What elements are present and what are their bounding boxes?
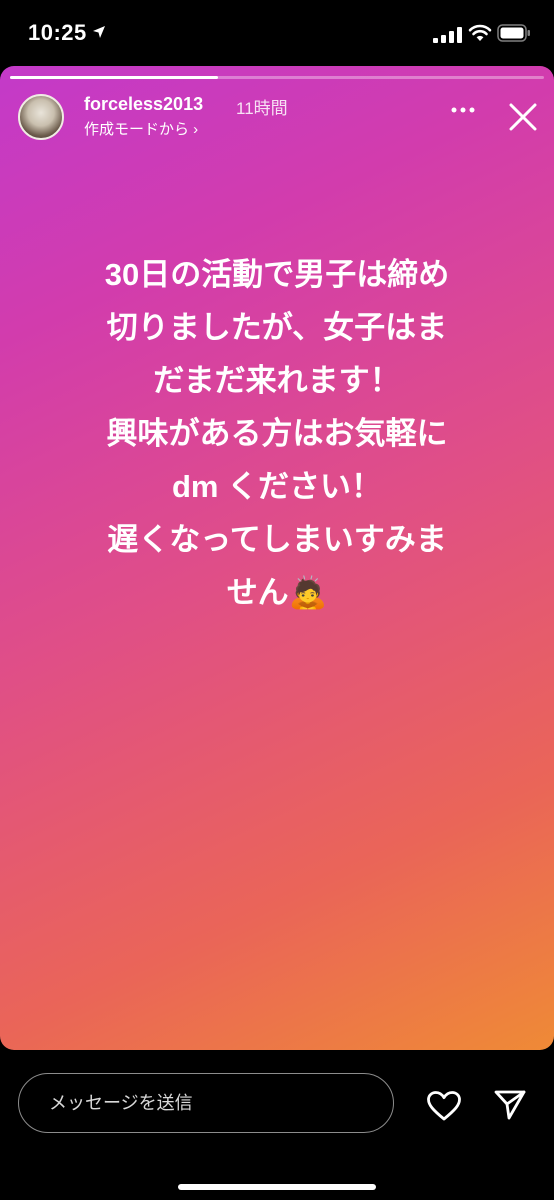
story-subtitle[interactable]: 作成モードから › — [84, 118, 198, 139]
close-icon[interactable] — [508, 102, 538, 132]
status-bar: 10:25 — [0, 0, 554, 66]
cellular-signal-icon — [433, 27, 462, 43]
story-text: 30日の活動で男子は締め 切りましたが、女子はま だまだ来れます！ 興味がある方… — [104, 257, 450, 610]
home-indicator[interactable] — [178, 1184, 376, 1190]
message-input[interactable] — [18, 1073, 394, 1133]
bottom-bar — [0, 1050, 554, 1200]
heart-icon[interactable] — [426, 1090, 462, 1122]
status-time: 10:25 — [28, 20, 87, 45]
story-progress-bar — [10, 76, 544, 79]
story-time-ago: 11時間 — [236, 99, 288, 118]
avatar[interactable] — [18, 94, 64, 140]
battery-icon — [497, 24, 530, 42]
story-card[interactable]: forceless2013 11時間 作成モードから › 30日の活動で男子は締… — [0, 66, 554, 1050]
location-arrow-icon — [93, 26, 105, 38]
send-icon[interactable] — [493, 1088, 527, 1122]
more-options-icon[interactable] — [450, 106, 476, 114]
wifi-icon — [468, 24, 492, 41]
story-progress-fill — [10, 76, 219, 79]
story-username[interactable]: forceless2013 — [84, 94, 203, 115]
